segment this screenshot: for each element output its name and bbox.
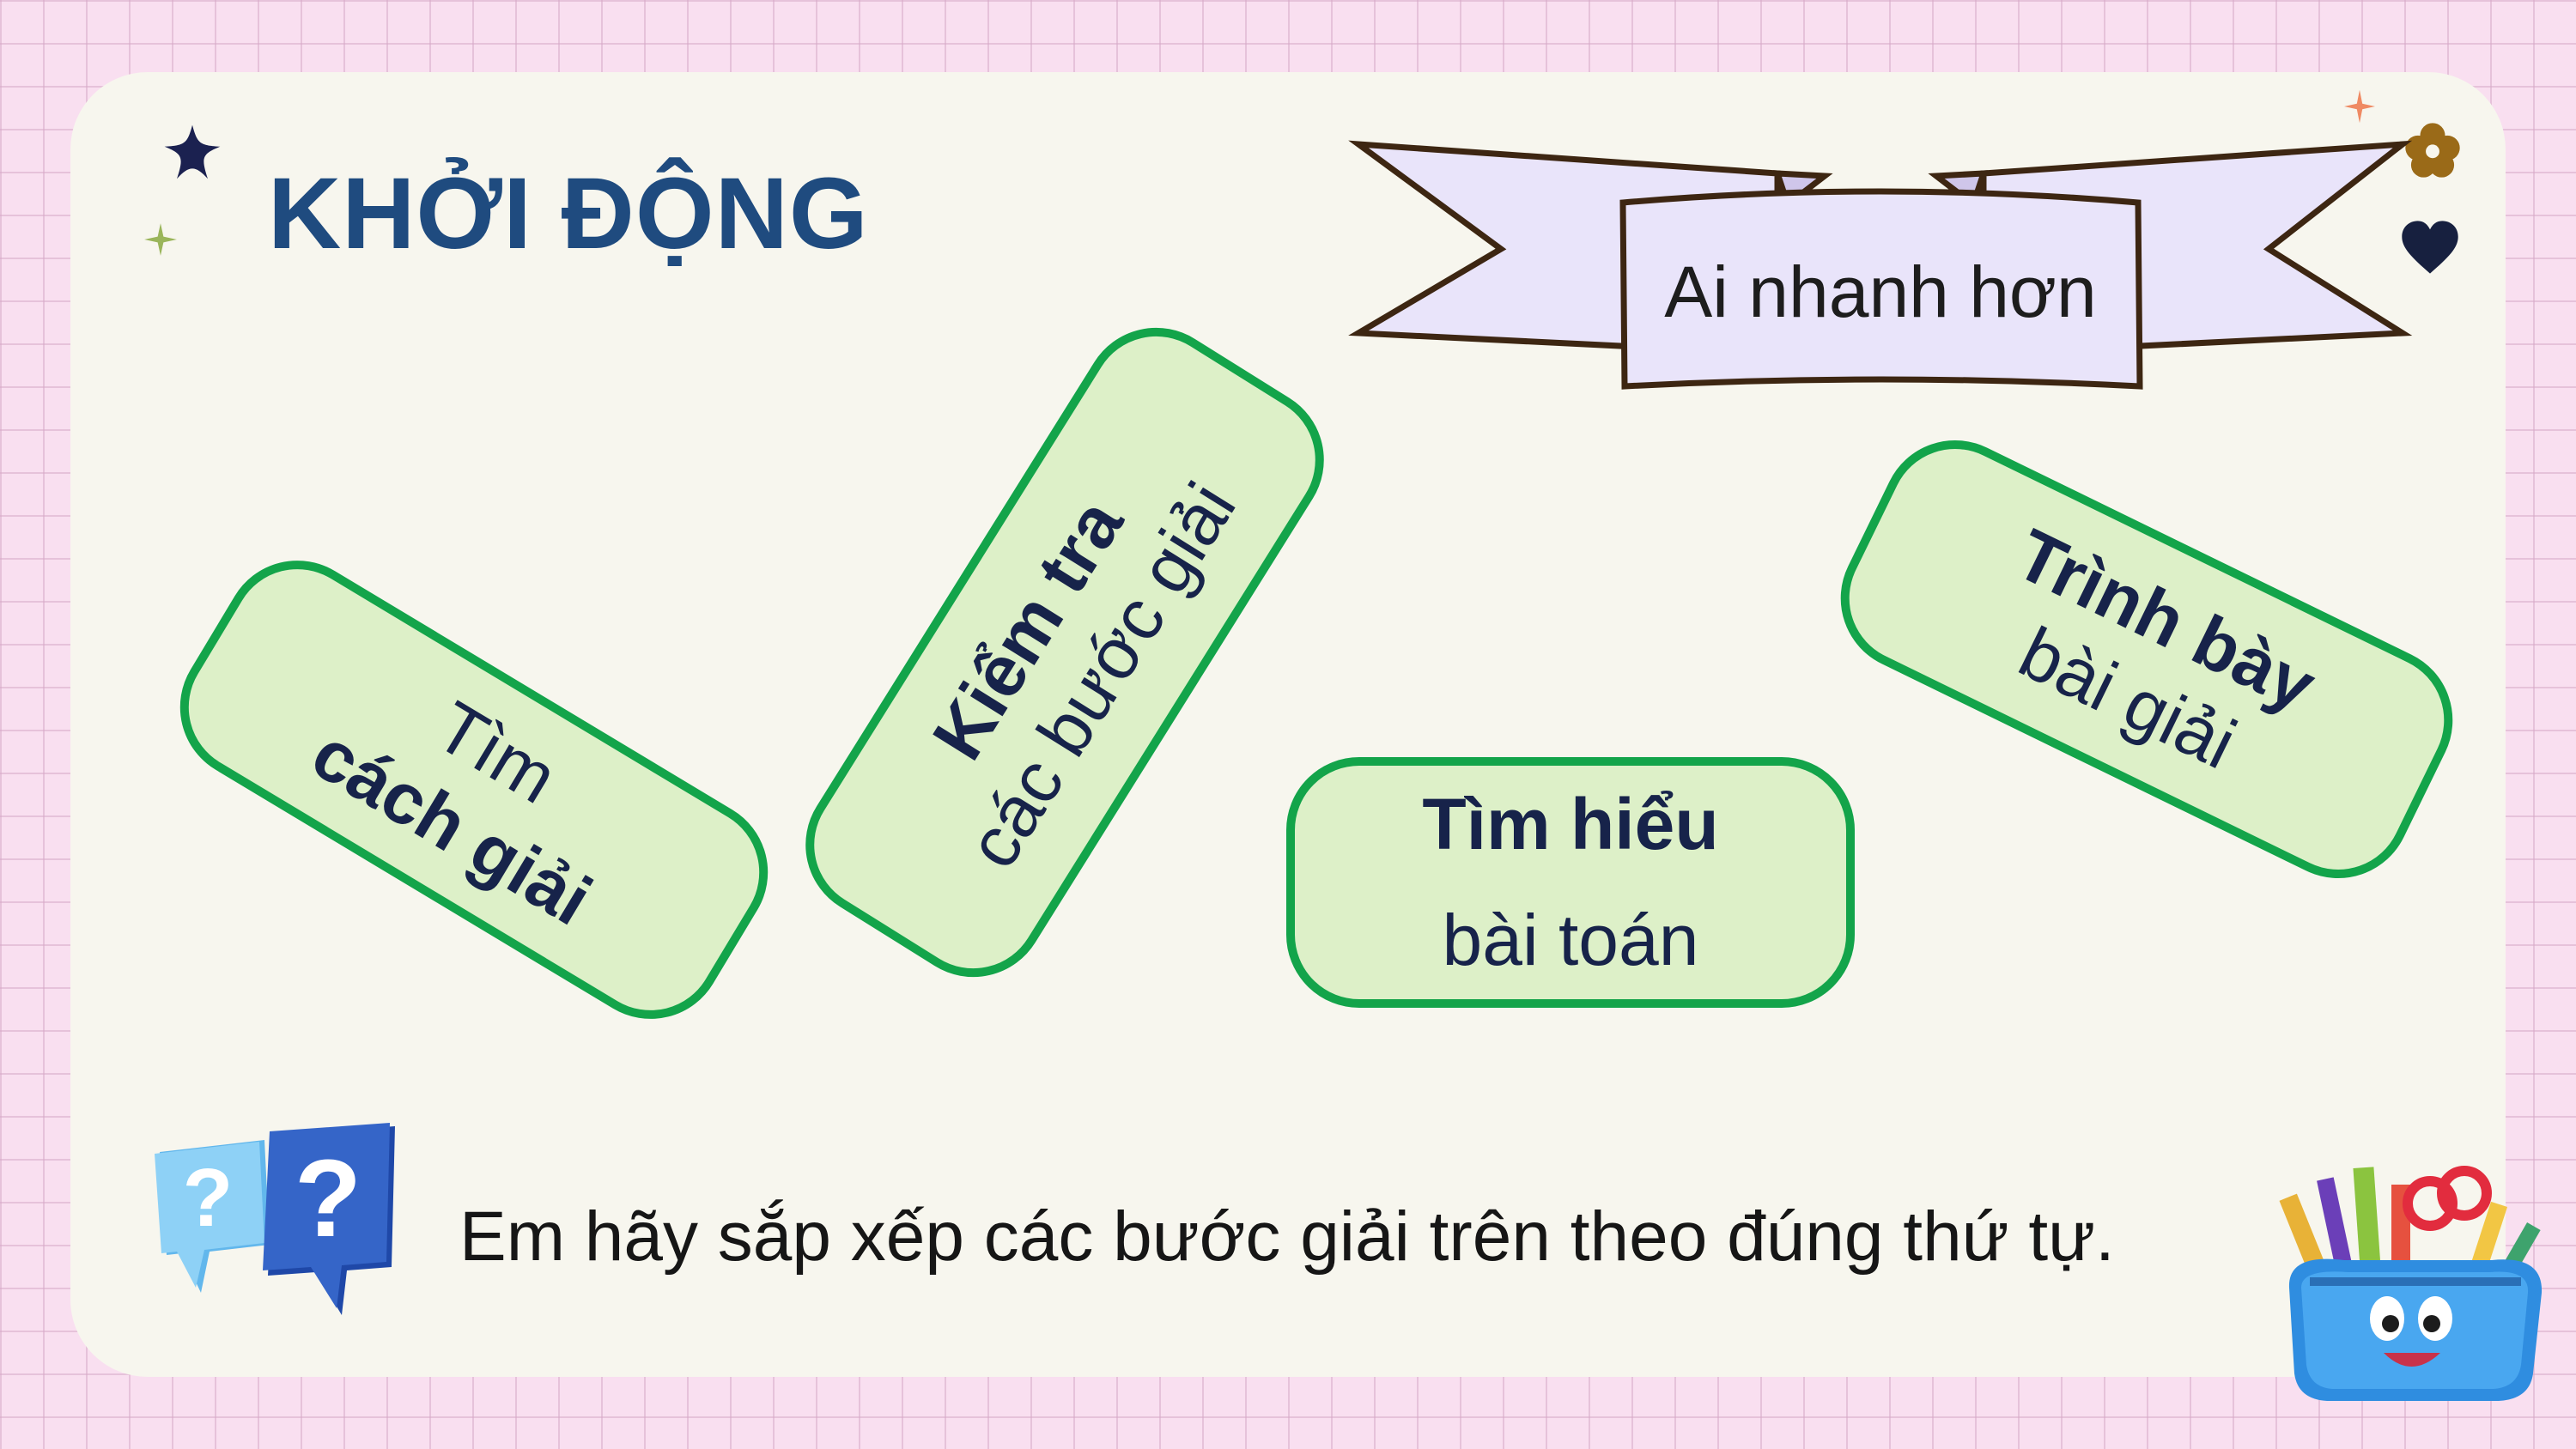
banner-label: Ai nhanh hơn bbox=[1664, 251, 2097, 332]
star-icon bbox=[164, 124, 221, 179]
card-line-2: bài toán bbox=[1442, 900, 1699, 980]
page-title: KHỞI ĐỘNG bbox=[268, 157, 869, 270]
svg-text:?: ? bbox=[295, 1137, 361, 1260]
card-line-1: Tìm hiểu bbox=[1422, 784, 1719, 865]
instruction-text: Em hãy sắp xếp các bước giải trên theo đ… bbox=[459, 1197, 2115, 1276]
sparkle-icon bbox=[144, 223, 177, 256]
sparkle-icon bbox=[2344, 89, 2375, 124]
step-card-tim-hieu[interactable]: Tìm hiểu bài toán bbox=[1286, 757, 1855, 1008]
svg-text:?: ? bbox=[183, 1152, 234, 1244]
question-bubbles-icon: ? ? bbox=[155, 1123, 395, 1315]
pencil-case-icon bbox=[2279, 1166, 2543, 1401]
